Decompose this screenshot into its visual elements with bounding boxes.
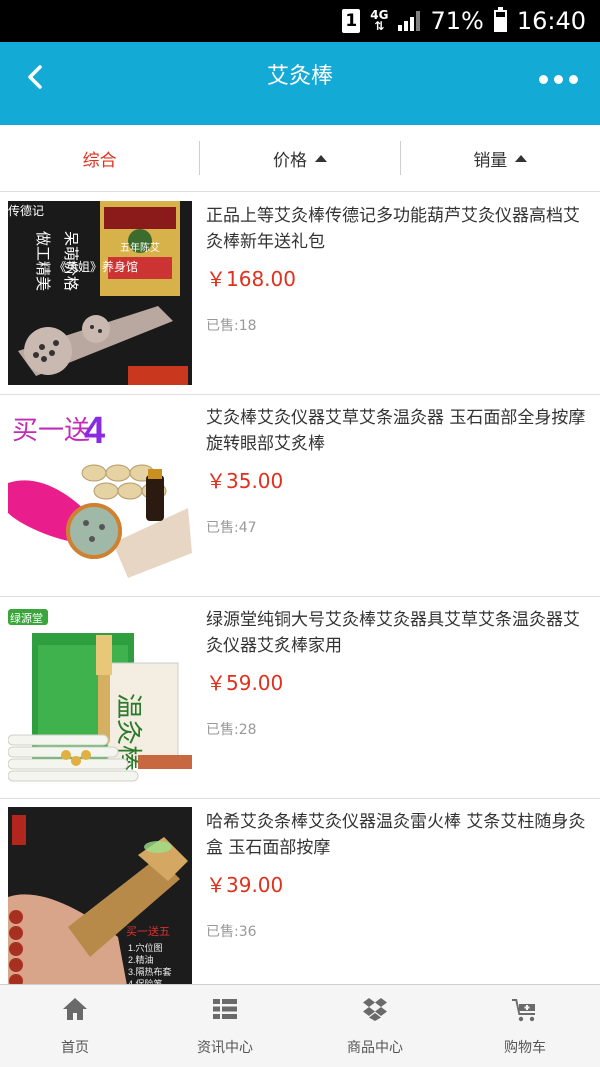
product-price: ￥168.00 — [206, 267, 296, 291]
more-dots-icon — [539, 75, 548, 84]
sort-sales[interactable]: 销量 — [399, 141, 600, 175]
image-caption: 买一送 — [12, 415, 90, 445]
app-header: 艾灸棒 — [0, 42, 600, 125]
product-name[interactable]: 哈希艾灸条棒艾灸仪器温灸雷火棒 艾条艾柱随身灸盒 玉石面部按摩 — [206, 809, 588, 861]
list-icon — [213, 999, 237, 1019]
product-sold-count: 已售:18 — [206, 318, 257, 334]
product-price: ￥59.00 — [206, 671, 284, 695]
product-price: ￥39.00 — [206, 873, 284, 897]
product-sold-count: 已售:36 — [206, 924, 257, 940]
image-caption: 呆萌价格 — [62, 231, 79, 291]
product-image[interactable]: 传德记 《英姐》养身馆 五年陈艾 做工精美 呆萌价格 — [8, 201, 192, 385]
product-sold-count: 已售:28 — [206, 722, 257, 738]
image-caption: 传德记 — [8, 203, 44, 218]
tab-news-center[interactable]: 资讯中心 — [150, 985, 300, 1067]
svg-text:2.精油: 2.精油 — [128, 954, 154, 965]
product-item[interactable]: 买一送 4 艾灸棒艾灸仪器艾草艾条温灸器 玉石面部全身按摩旋转眼部艾炙棒 ￥35… — [0, 395, 600, 597]
tab-cart[interactable]: 购物车 — [450, 985, 600, 1067]
clock: 16:40 — [516, 7, 586, 35]
dropbox-icon — [363, 998, 387, 1021]
battery-percent: 71% — [430, 7, 484, 35]
product-item[interactable]: 绿源堂 温灸棒 绿源堂纯铜大号艾灸棒艾灸器具艾草艾条温灸器艾灸仪器艾炙棒家用 ￥… — [0, 597, 600, 799]
sort-bar: 综合 价格 销量 — [0, 125, 600, 192]
product-name[interactable]: 绿源堂纯铜大号艾灸棒艾灸器具艾草艾条温灸器艾灸仪器艾炙棒家用 — [206, 607, 588, 659]
product-price: ￥35.00 — [206, 469, 284, 493]
bottom-tab-bar: 首页 资讯中心 商品中心 购物车 — [0, 984, 600, 1067]
product-image[interactable]: 买一送 4 — [8, 403, 192, 587]
product-sold-count: 已售:47 — [206, 520, 257, 536]
product-name[interactable]: 正品上等艾灸棒传德记多功能葫芦艾灸仪器高档艾灸棒新年送礼包 — [206, 203, 588, 255]
image-caption: 4 — [84, 410, 105, 452]
image-caption: 买一送五 — [126, 924, 170, 938]
tab-home[interactable]: 首页 — [0, 985, 150, 1067]
sort-price[interactable]: 价格 — [199, 141, 399, 175]
product-image[interactable]: 绿源堂 温灸棒 — [8, 605, 192, 789]
product-list: 传德记 《英姐》养身馆 五年陈艾 做工精美 呆萌价格 正品上等艾灸棒传德记多功能… — [0, 193, 600, 1001]
cart-icon — [512, 999, 535, 1022]
network-type: 4G ⇅ — [370, 8, 389, 33]
sort-comprehensive[interactable]: 综合 — [0, 141, 199, 175]
product-item[interactable]: 买一送五 1.穴位图 2.精油 3.隔热布套 4.保险笔 哈希艾灸条棒艾灸仪器温… — [0, 799, 600, 1001]
triangle-up-icon — [314, 154, 327, 162]
more-button[interactable] — [539, 75, 578, 84]
tab-product-center[interactable]: 商品中心 — [300, 985, 450, 1067]
product-image[interactable]: 买一送五 1.穴位图 2.精油 3.隔热布套 4.保险笔 — [8, 807, 192, 991]
svg-text:1.穴位图: 1.穴位图 — [128, 942, 163, 953]
home-icon — [63, 998, 87, 1020]
triangle-up-icon — [515, 154, 528, 162]
image-caption: 做工精美 — [34, 231, 51, 291]
battery-icon — [493, 7, 507, 32]
image-caption: 绿源堂 — [10, 611, 43, 625]
image-caption: 五年陈艾 — [120, 241, 160, 254]
signal-icon — [398, 11, 421, 31]
product-name[interactable]: 艾灸棒艾灸仪器艾草艾条温灸器 玉石面部全身按摩旋转眼部艾炙棒 — [206, 405, 588, 457]
product-item[interactable]: 传德记 《英姐》养身馆 五年陈艾 做工精美 呆萌价格 正品上等艾灸棒传德记多功能… — [0, 193, 600, 395]
svg-text:3.隔热布套: 3.隔热布套 — [128, 966, 172, 977]
sim-icon: 1 — [342, 9, 361, 33]
page-title: 艾灸棒 — [266, 64, 333, 89]
status-bar: 1 4G ⇅ 71% 16:40 — [0, 0, 600, 42]
